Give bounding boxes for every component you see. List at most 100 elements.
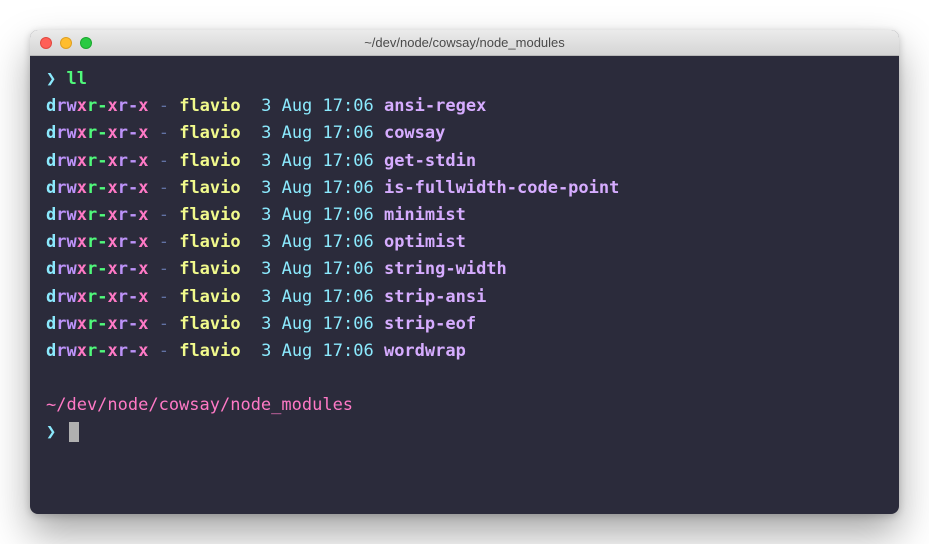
entry-name: wordwrap bbox=[384, 341, 466, 361]
prompt-symbol: ❯ bbox=[46, 422, 56, 442]
date: 3 Aug 17:06 bbox=[261, 287, 374, 307]
perm-r: r- bbox=[87, 123, 107, 143]
perm-x: x bbox=[77, 341, 87, 361]
dash: - bbox=[159, 341, 169, 361]
owner: flavio bbox=[179, 314, 240, 334]
owner: flavio bbox=[179, 123, 240, 143]
minimize-icon[interactable] bbox=[60, 37, 72, 49]
title-bar[interactable]: ~/dev/node/cowsay/node_modules bbox=[30, 30, 899, 56]
perm-r: r- bbox=[118, 259, 138, 279]
list-item: drwxr-xr-x - flavio 3 Aug 17:06 is-fullw… bbox=[46, 175, 883, 202]
perm-x: x bbox=[138, 287, 148, 307]
perm-x: x bbox=[138, 96, 148, 116]
terminal-body[interactable]: ❯ ll drwxr-xr-x - flavio 3 Aug 17:06 ans… bbox=[30, 56, 899, 514]
cursor bbox=[69, 422, 79, 442]
dash: - bbox=[159, 151, 169, 171]
traffic-lights bbox=[40, 37, 92, 49]
perm-r: r- bbox=[118, 287, 138, 307]
perm-rw: rw bbox=[56, 178, 76, 198]
perm-x: x bbox=[77, 232, 87, 252]
perm-x: x bbox=[107, 341, 117, 361]
perm-rw: rw bbox=[56, 341, 76, 361]
perm-r: r- bbox=[87, 259, 107, 279]
perm-rw: rw bbox=[56, 96, 76, 116]
prompt-line: ❯ bbox=[46, 419, 883, 446]
entry-name: cowsay bbox=[384, 123, 445, 143]
perm-x: x bbox=[77, 314, 87, 334]
perm-r: r- bbox=[118, 96, 138, 116]
list-item: drwxr-xr-x - flavio 3 Aug 17:06 cowsay bbox=[46, 120, 883, 147]
owner: flavio bbox=[179, 151, 240, 171]
perm-rw: rw bbox=[56, 259, 76, 279]
directory-listing: drwxr-xr-x - flavio 3 Aug 17:06 ansi-reg… bbox=[46, 93, 883, 365]
perm-r: r- bbox=[87, 287, 107, 307]
date: 3 Aug 17:06 bbox=[261, 314, 374, 334]
dash: - bbox=[159, 123, 169, 143]
perm-x: x bbox=[138, 259, 148, 279]
command-text: ll bbox=[67, 69, 87, 89]
dash: - bbox=[159, 287, 169, 307]
perm-x: x bbox=[138, 205, 148, 225]
perm-x: x bbox=[138, 314, 148, 334]
perm-d: d bbox=[46, 96, 56, 116]
dash: - bbox=[159, 205, 169, 225]
perm-r: r- bbox=[118, 151, 138, 171]
list-item: drwxr-xr-x - flavio 3 Aug 17:06 ansi-reg… bbox=[46, 93, 883, 120]
perm-rw: rw bbox=[56, 232, 76, 252]
maximize-icon[interactable] bbox=[80, 37, 92, 49]
list-item: drwxr-xr-x - flavio 3 Aug 17:06 strip-eo… bbox=[46, 311, 883, 338]
perm-rw: rw bbox=[56, 314, 76, 334]
list-item: drwxr-xr-x - flavio 3 Aug 17:06 strip-an… bbox=[46, 284, 883, 311]
perm-x: x bbox=[107, 205, 117, 225]
perm-d: d bbox=[46, 259, 56, 279]
close-icon[interactable] bbox=[40, 37, 52, 49]
perm-x: x bbox=[77, 96, 87, 116]
command-line: ❯ ll bbox=[46, 66, 883, 93]
entry-name: string-width bbox=[384, 259, 507, 279]
perm-r: r- bbox=[87, 151, 107, 171]
date: 3 Aug 17:06 bbox=[261, 96, 374, 116]
perm-r: r- bbox=[118, 178, 138, 198]
prompt-symbol: ❯ bbox=[46, 69, 56, 89]
dash: - bbox=[159, 178, 169, 198]
perm-r: r- bbox=[87, 232, 107, 252]
owner: flavio bbox=[179, 287, 240, 307]
perm-x: x bbox=[138, 123, 148, 143]
date: 3 Aug 17:06 bbox=[261, 205, 374, 225]
entry-name: ansi-regex bbox=[384, 96, 486, 116]
perm-r: r- bbox=[87, 96, 107, 116]
dash: - bbox=[159, 259, 169, 279]
owner: flavio bbox=[179, 205, 240, 225]
terminal-window: ~/dev/node/cowsay/node_modules ❯ ll drwx… bbox=[30, 30, 899, 514]
blank-line bbox=[46, 365, 883, 392]
perm-rw: rw bbox=[56, 205, 76, 225]
dash: - bbox=[159, 96, 169, 116]
perm-d: d bbox=[46, 232, 56, 252]
perm-r: r- bbox=[87, 205, 107, 225]
perm-x: x bbox=[107, 259, 117, 279]
perm-x: x bbox=[138, 178, 148, 198]
perm-r: r- bbox=[118, 205, 138, 225]
perm-d: d bbox=[46, 287, 56, 307]
perm-rw: rw bbox=[56, 287, 76, 307]
dash: - bbox=[159, 314, 169, 334]
perm-x: x bbox=[107, 96, 117, 116]
list-item: drwxr-xr-x - flavio 3 Aug 17:06 get-stdi… bbox=[46, 148, 883, 175]
date: 3 Aug 17:06 bbox=[261, 341, 374, 361]
list-item: drwxr-xr-x - flavio 3 Aug 17:06 string-w… bbox=[46, 256, 883, 283]
perm-x: x bbox=[77, 287, 87, 307]
perm-x: x bbox=[77, 259, 87, 279]
owner: flavio bbox=[179, 178, 240, 198]
perm-x: x bbox=[107, 287, 117, 307]
list-item: drwxr-xr-x - flavio 3 Aug 17:06 wordwrap bbox=[46, 338, 883, 365]
perm-d: d bbox=[46, 314, 56, 334]
owner: flavio bbox=[179, 96, 240, 116]
perm-x: x bbox=[138, 232, 148, 252]
perm-r: r- bbox=[87, 178, 107, 198]
perm-x: x bbox=[77, 123, 87, 143]
perm-x: x bbox=[77, 151, 87, 171]
dash: - bbox=[159, 232, 169, 252]
owner: flavio bbox=[179, 341, 240, 361]
perm-x: x bbox=[77, 205, 87, 225]
perm-x: x bbox=[107, 232, 117, 252]
